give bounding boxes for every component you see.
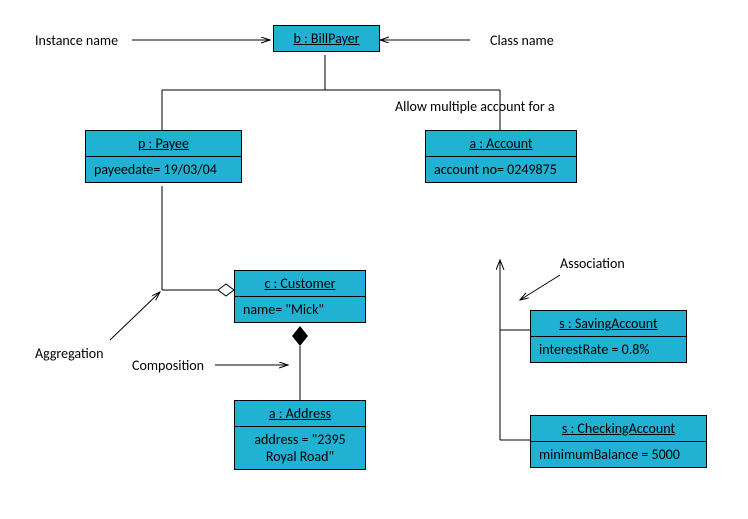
object-account: a : Account account no= 0249875 [425, 130, 577, 183]
object-payee-title: p : Payee [86, 131, 241, 157]
object-billpayer-title: b : BillPayer [274, 26, 379, 51]
object-savingaccount-attr: interestRate = 0.8% [531, 337, 686, 362]
object-customer-attr: name= "Mick" [235, 297, 365, 322]
object-checkingaccount-title: s : CheckingAccount [531, 416, 706, 442]
composition-label: Composition [132, 357, 204, 374]
allow-multiple-label: Allow multiple account for a [395, 98, 555, 115]
aggregation-label: Aggregation [35, 345, 104, 362]
object-address-attr: address = "2395 Royal Road" [235, 427, 365, 469]
object-payee: p : Payee payeedate= 19/03/04 [85, 130, 242, 183]
object-customer-title: c : Customer [235, 271, 365, 297]
object-checkingaccount: s : CheckingAccount minimumBalance = 500… [530, 415, 707, 468]
object-savingaccount: s : SavingAccount interestRate = 0.8% [530, 310, 687, 363]
object-address: a : Address address = "2395 Royal Road" [234, 400, 366, 470]
object-billpayer: b : BillPayer [273, 25, 380, 52]
object-account-attr: account no= 0249875 [426, 157, 576, 182]
class-name-label: Class name [490, 32, 554, 49]
object-checkingaccount-attr: minimumBalance = 5000 [531, 442, 706, 467]
object-account-title: a : Account [426, 131, 576, 157]
instance-name-label: Instance name [35, 32, 118, 49]
object-customer: c : Customer name= "Mick" [234, 270, 366, 323]
association-label: Association [560, 255, 625, 272]
object-payee-attr: payeedate= 19/03/04 [86, 157, 241, 182]
diagram-canvas: Instance name Class name Allow multiple … [0, 0, 748, 519]
object-savingaccount-title: s : SavingAccount [531, 311, 686, 337]
object-address-title: a : Address [235, 401, 365, 427]
